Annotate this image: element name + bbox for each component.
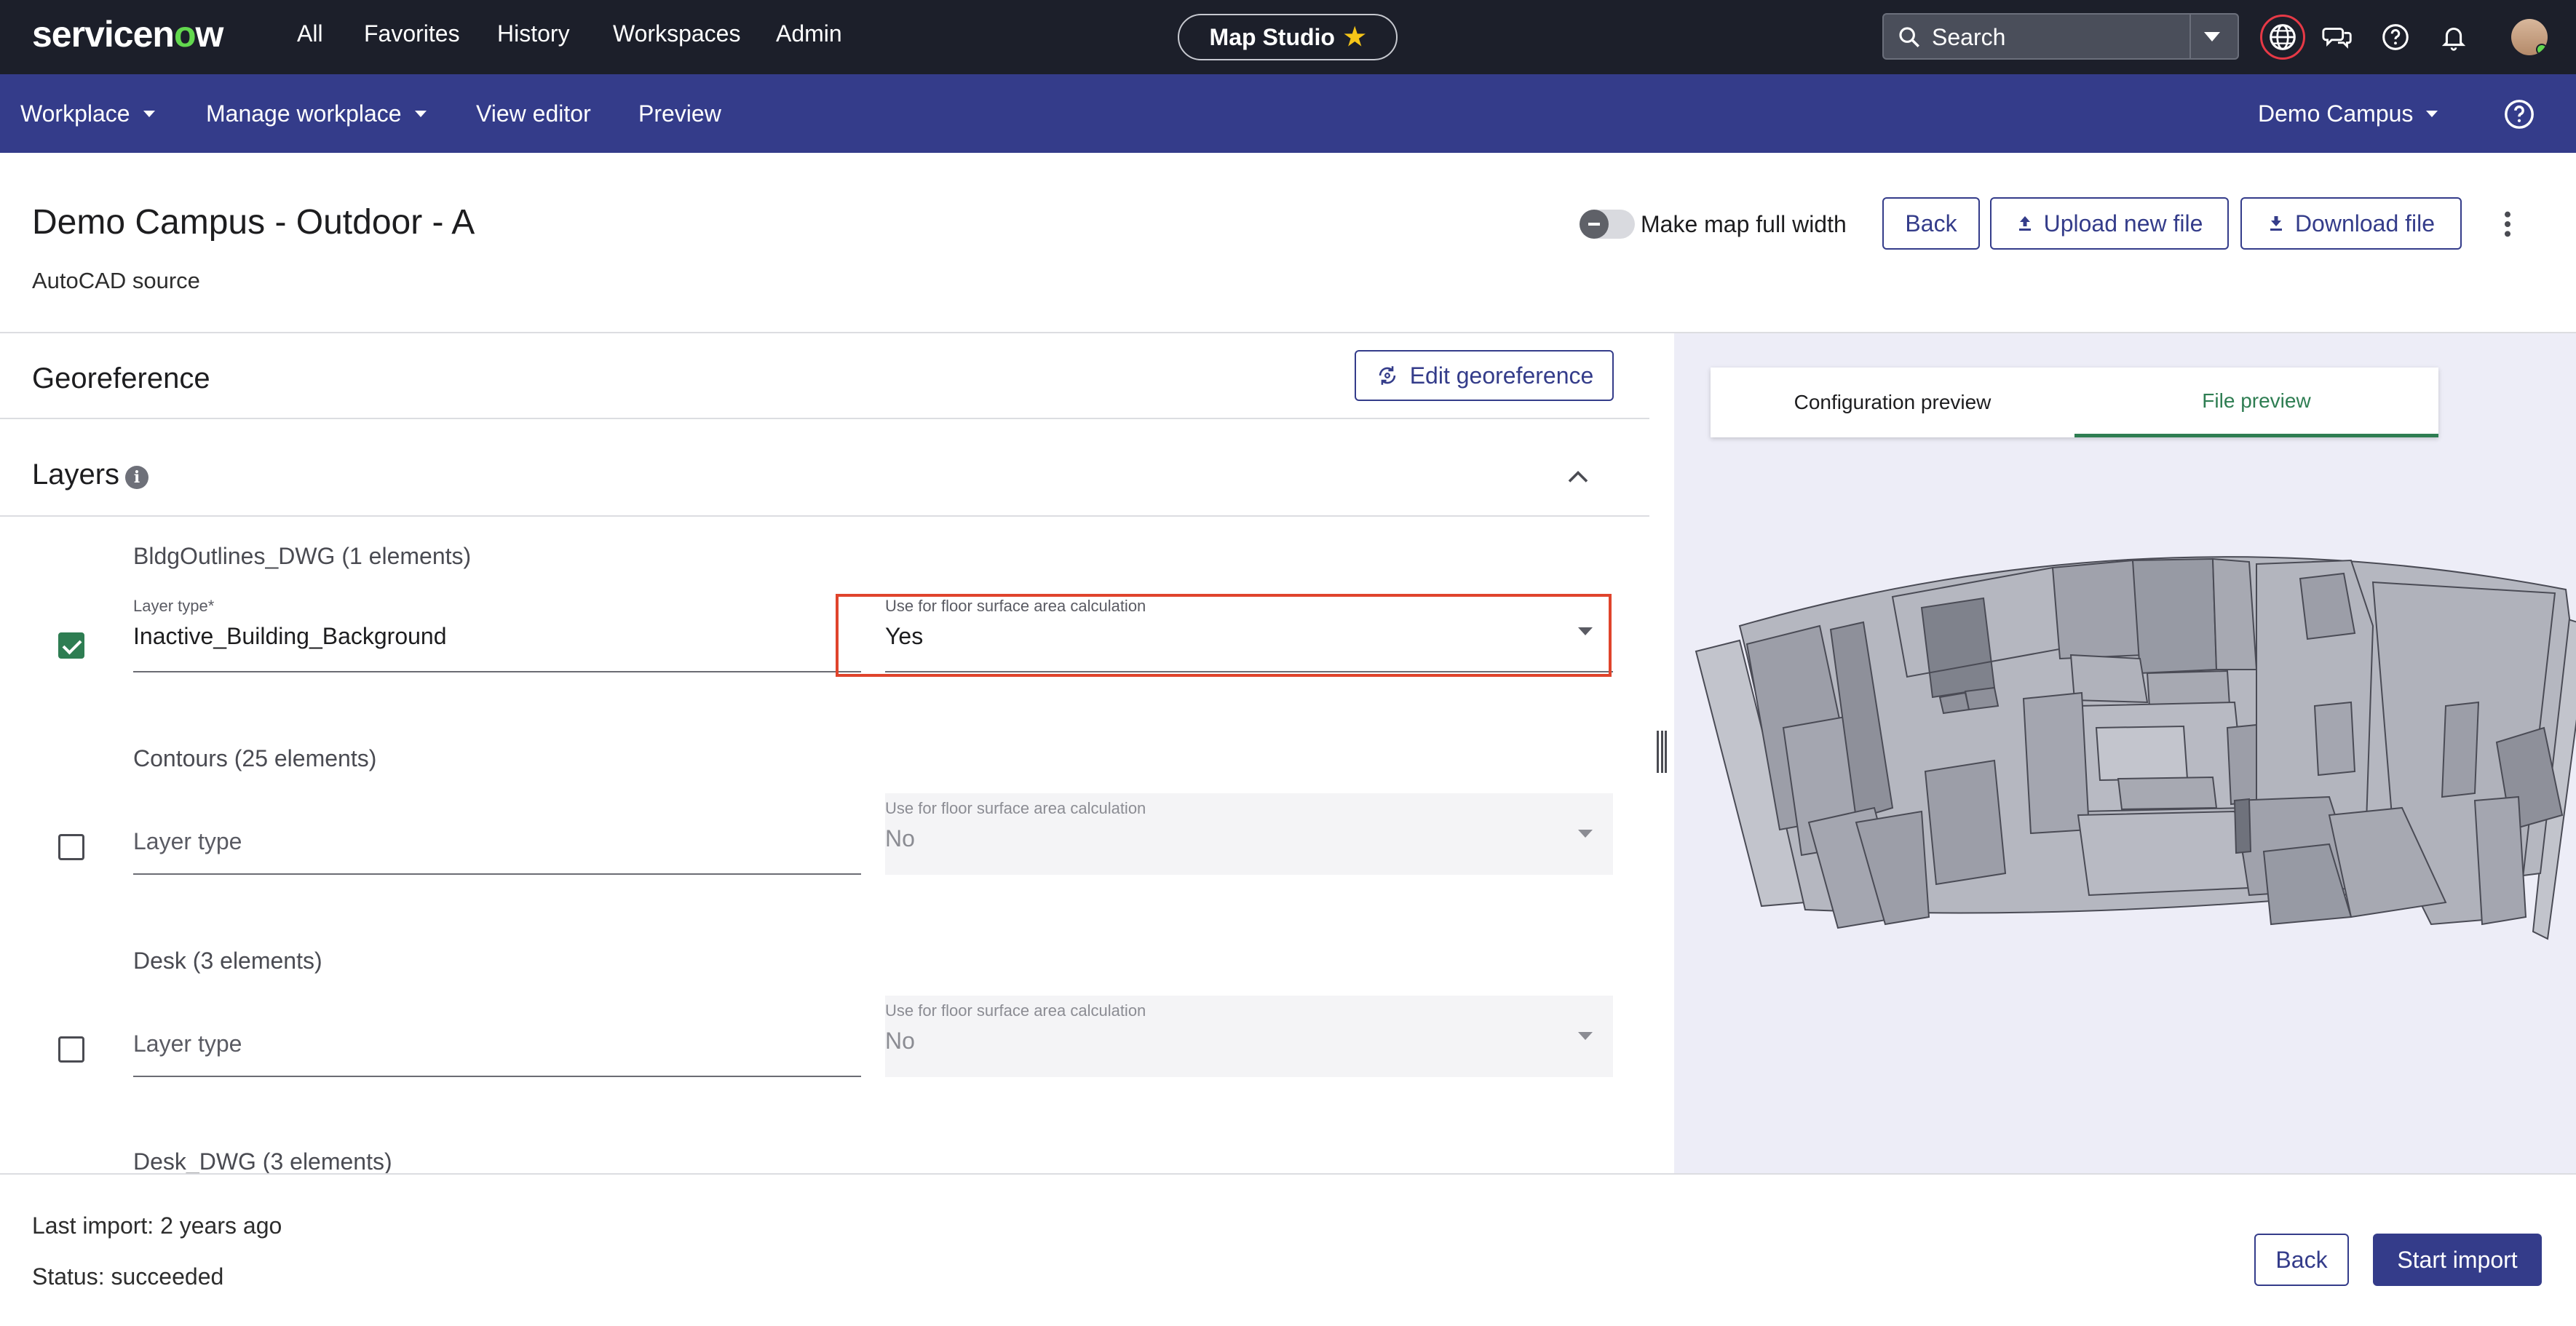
layer-name: Desk_DWG (3 elements): [133, 1148, 392, 1175]
map-studio-label: Map Studio: [1209, 23, 1335, 50]
floor-area-calc-select: Use for floor surface area calculation N…: [885, 793, 1613, 875]
bell-icon[interactable]: [2437, 20, 2470, 54]
subnav-manage-workplace-label: Manage workplace: [206, 100, 402, 127]
tab-file-preview[interactable]: File preview: [2074, 368, 2438, 437]
edit-georeference-button[interactable]: Edit georeference: [1355, 350, 1614, 401]
map-studio-pill[interactable]: Map Studio ★: [1178, 14, 1398, 60]
tab-configuration-preview[interactable]: Configuration preview: [1711, 368, 2074, 437]
start-import-label: Start import: [2397, 1246, 2518, 1273]
nav-admin[interactable]: Admin: [776, 20, 842, 47]
search-scope-dropdown-icon[interactable]: [2204, 32, 2220, 41]
page-title: Demo Campus - Outdoor - A: [32, 203, 475, 242]
campus-map-preview[interactable]: [1674, 509, 2576, 990]
subnav-preview[interactable]: Preview: [638, 100, 721, 127]
subnav-view-editor[interactable]: View editor: [476, 100, 591, 127]
layer-type-value: Inactive_Building_Background: [133, 623, 447, 649]
global-search[interactable]: Search: [1882, 13, 2239, 60]
layer-type-placeholder: Layer type: [133, 828, 242, 854]
georeference-title: Georeference: [32, 362, 210, 394]
layer-type-field[interactable]: Layer type: [133, 996, 861, 1077]
more-options-icon[interactable]: [2497, 210, 2518, 239]
full-width-toggle[interactable]: [1580, 210, 1635, 239]
subnav-preview-label: Preview: [638, 100, 721, 127]
footer-back-button[interactable]: Back: [2254, 1234, 2349, 1286]
online-status-dot: [2536, 44, 2548, 55]
panel-resize-handle[interactable]: [1657, 731, 1667, 773]
caret-down-icon: [1578, 1032, 1593, 1040]
import-footer: [0, 1173, 2576, 1326]
campus-selector[interactable]: Demo Campus: [2258, 100, 2438, 127]
toggle-knob: [1580, 210, 1609, 239]
upload-new-file-label: Upload new file: [2043, 210, 2203, 237]
footer-back-label: Back: [2275, 1246, 2328, 1273]
import-status-text: Status: succeeded: [32, 1263, 224, 1290]
help-icon[interactable]: [2379, 20, 2412, 54]
layer-type-field[interactable]: Layer type: [133, 793, 861, 875]
servicenow-logo[interactable]: servicenow: [32, 13, 223, 55]
info-icon[interactable]: i: [125, 466, 148, 489]
search-input[interactable]: Search: [1932, 24, 2005, 51]
last-import-text: Last import: 2 years ago: [32, 1212, 282, 1239]
layer-type-field[interactable]: Layer type* Inactive_Building_Background: [133, 591, 861, 672]
upload-icon: [2018, 216, 2031, 231]
search-icon: [1899, 27, 1919, 47]
chevron-down-icon: [2426, 111, 2438, 117]
floor-area-calc-value: No: [885, 825, 915, 851]
floor-area-calc-value: No: [885, 1028, 915, 1054]
subnav-workplace[interactable]: Workplace: [20, 100, 155, 127]
nav-workspaces[interactable]: Workspaces: [613, 20, 740, 47]
page-subtitle: AutoCAD source: [32, 268, 200, 293]
layer-type-label: Layer type*: [133, 597, 215, 615]
floor-area-calc-label: Use for floor surface area calculation: [885, 799, 1146, 817]
full-width-toggle-label: Make map full width: [1641, 211, 1847, 237]
edit-georeference-label: Edit georeference: [1409, 362, 1594, 389]
highlight-annotation: [836, 594, 1612, 677]
subnav-manage-workplace[interactable]: Manage workplace: [206, 100, 427, 127]
chevron-down-icon: [414, 111, 427, 117]
layer-checkbox[interactable]: [58, 632, 84, 659]
user-avatar[interactable]: [2511, 19, 2548, 55]
preview-tabs: Configuration preview File preview: [1711, 368, 2438, 437]
layer-name: Desk (3 elements): [133, 948, 322, 974]
header-back-label: Back: [1905, 210, 1957, 237]
nav-all[interactable]: All: [297, 20, 323, 47]
nav-favorites[interactable]: Favorites: [364, 20, 460, 47]
georeference-divider: [0, 418, 1649, 419]
layers-divider: [0, 515, 1649, 517]
layer-checkbox[interactable]: [58, 834, 84, 860]
layer-name: BldgOutlines_DWG (1 elements): [133, 543, 472, 569]
campus-selector-label: Demo Campus: [2258, 100, 2414, 127]
upload-new-file-button[interactable]: Upload new file: [1990, 197, 2229, 250]
layer-type-placeholder: Layer type: [133, 1031, 242, 1057]
chevron-up-icon[interactable]: [1565, 466, 1591, 486]
chevron-down-icon: [143, 111, 155, 117]
globe-icon[interactable]: [2266, 20, 2299, 54]
download-file-button[interactable]: Download file: [2240, 197, 2462, 250]
start-import-button[interactable]: Start import: [2373, 1234, 2542, 1286]
page-help-icon[interactable]: [2502, 98, 2536, 131]
floor-area-calc-label: Use for floor surface area calculation: [885, 1001, 1146, 1020]
layers-title: Layers: [32, 458, 120, 491]
floor-area-calc-select: Use for floor surface area calculation N…: [885, 996, 1613, 1077]
star-icon[interactable]: ★: [1344, 23, 1366, 52]
layer-checkbox[interactable]: [58, 1036, 84, 1063]
top-navigation: servicenow All Favorites History Workspa…: [0, 0, 2576, 74]
header-back-button[interactable]: Back: [1882, 197, 1980, 250]
georeference-icon: [1379, 366, 1395, 385]
layer-name: Contours (25 elements): [133, 745, 377, 771]
chat-icon[interactable]: [2321, 20, 2354, 54]
nav-history[interactable]: History: [497, 20, 570, 47]
workplace-navigation: Workplace Manage workplace View editor P…: [0, 74, 2576, 153]
caret-down-icon: [1578, 830, 1593, 838]
download-file-label: Download file: [2294, 210, 2436, 237]
subnav-workplace-label: Workplace: [20, 100, 130, 127]
download-icon: [2270, 216, 2282, 231]
subnav-view-editor-label: View editor: [476, 100, 591, 127]
search-divider: [2189, 15, 2191, 58]
